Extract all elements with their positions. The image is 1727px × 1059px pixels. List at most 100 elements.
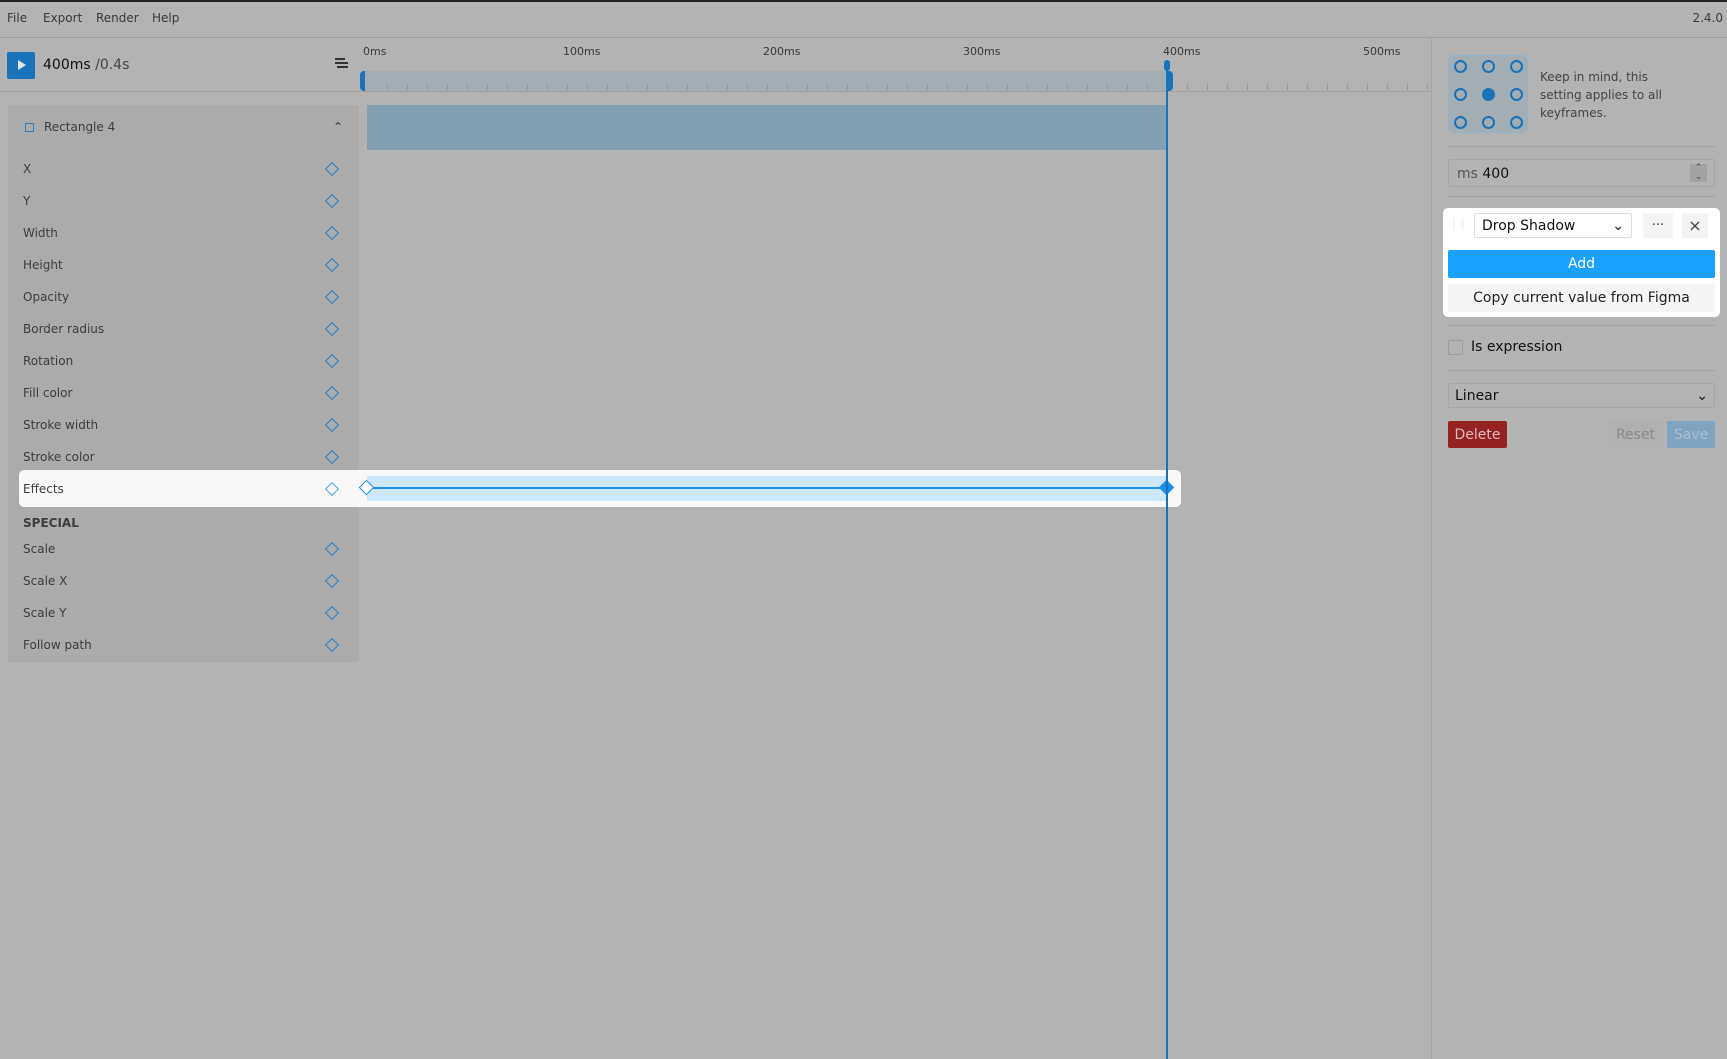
minor-tick [727,84,728,90]
minor-tick [1107,84,1108,90]
drag-handle-icon[interactable]: ⋮⋮ ⋮⋮ [1450,218,1467,233]
property-x[interactable]: X [23,162,31,176]
save-button[interactable]: Save [1667,421,1715,448]
is-expression-checkbox[interactable] [1448,340,1463,355]
minor-tick [1027,84,1028,90]
anchor-point-radio[interactable] [1454,88,1467,101]
anchor-point-radio[interactable] [1454,60,1467,73]
minor-tick [927,84,928,90]
reset-button[interactable]: Reset [1608,421,1663,448]
time-tick-label: 500ms [1363,45,1401,58]
range-start-handle[interactable] [360,71,365,91]
property-follow-path[interactable]: Follow path [23,638,92,652]
stepper-icon[interactable]: ⌃ ⌄ [1690,164,1707,182]
minor-tick [1087,84,1088,90]
menu-file[interactable]: File [7,11,27,25]
property-effects[interactable]: Effects [23,482,64,496]
anchor-point-radio[interactable] [1510,116,1523,129]
minor-tick [467,84,468,90]
minor-tick [1427,84,1428,90]
version-label: 2.4.0 [1692,11,1723,25]
menu-lines-icon[interactable] [335,58,348,68]
property-width[interactable]: Width [23,226,58,240]
more-options-button[interactable]: ··· [1643,213,1673,238]
minor-tick [1267,84,1268,90]
minor-tick [1247,84,1248,90]
header-divider [0,91,1432,92]
menubar-divider [0,37,1727,38]
anchor-point-radio[interactable] [1482,88,1495,101]
delete-button[interactable]: Delete [1448,421,1507,448]
time-tick-label: 0ms [363,45,387,58]
property-fill-color[interactable]: Fill color [23,386,72,400]
minor-tick [767,84,768,90]
divider [1448,325,1715,326]
menu-render[interactable]: Render [96,11,139,25]
minor-tick [1347,84,1348,90]
time-ms-input[interactable]: ms 400 [1448,159,1715,187]
play-button[interactable] [7,52,35,79]
minor-tick [407,84,408,90]
anchor-point-radio[interactable] [1510,60,1523,73]
anchor-point-radio[interactable] [1510,88,1523,101]
playhead-handle[interactable] [1164,60,1170,71]
minor-tick [527,84,528,90]
copy-from-figma-button[interactable]: Copy current value from Figma [1448,284,1715,312]
minor-tick [707,84,708,90]
property-rotation[interactable]: Rotation [23,354,73,368]
minor-tick [1407,84,1408,90]
effect-type-select[interactable]: Drop Shadow ⌄ [1474,213,1632,238]
add-button[interactable]: Add [1448,250,1715,278]
minor-tick [567,84,568,90]
layer-name: Rectangle 4 [44,120,116,134]
layer-duration-bar[interactable] [367,105,1167,150]
anchor-point-radio[interactable] [1454,116,1467,129]
property-scale-y[interactable]: Scale Y [23,606,66,620]
minor-tick [447,84,448,90]
minor-tick [1067,84,1068,90]
property-stroke-color[interactable]: Stroke color [23,450,95,464]
anchor-point-radio[interactable] [1482,60,1495,73]
property-height[interactable]: Height [23,258,63,272]
time-tick-label: 400ms [1163,45,1201,58]
anchor-point-radio[interactable] [1482,116,1495,129]
menu-help[interactable]: Help [152,11,179,25]
time-tick-label: 200ms [763,45,801,58]
anchor-note: Keep in mind, this setting applies to al… [1540,70,1663,120]
property-scale-x[interactable]: Scale X [23,574,67,588]
playhead-line[interactable] [1166,64,1168,1059]
minor-tick [1207,84,1208,90]
easing-select[interactable]: Linear ⌄ [1448,383,1715,408]
special-heading: SPECIAL [23,516,79,530]
minor-tick [1327,84,1328,90]
property-stroke-width[interactable]: Stroke width [23,418,98,432]
property-border-radius[interactable]: Border radius [23,322,104,336]
property-scale[interactable]: Scale [23,542,55,556]
minor-tick [987,84,988,90]
collapse-chevron-icon[interactable]: ⌃ [333,120,343,134]
minor-tick [667,84,668,90]
minor-tick [807,84,808,90]
keyframe-connector [370,487,1167,489]
property-y[interactable]: Y [23,194,30,208]
minor-tick [547,84,548,90]
minor-tick [1287,84,1288,90]
current-time: 400ms /0.4s [43,57,130,73]
chevron-down-icon: ⌄ [1696,388,1708,404]
property-opacity[interactable]: Opacity [23,290,69,304]
divider [1448,370,1715,371]
time-tick-label: 100ms [563,45,601,58]
menu-export[interactable]: Export [43,11,82,25]
minor-tick [907,84,908,90]
divider [1448,196,1715,197]
minor-tick [607,84,608,90]
minor-tick [1387,84,1388,90]
close-icon[interactable]: × [1682,213,1708,238]
minor-tick [487,84,488,90]
minor-tick [507,84,508,90]
minor-tick [387,84,388,90]
minor-tick [1227,84,1228,90]
minor-tick [1367,84,1368,90]
minor-tick [1187,84,1188,90]
is-expression-label: Is expression [1471,339,1563,355]
